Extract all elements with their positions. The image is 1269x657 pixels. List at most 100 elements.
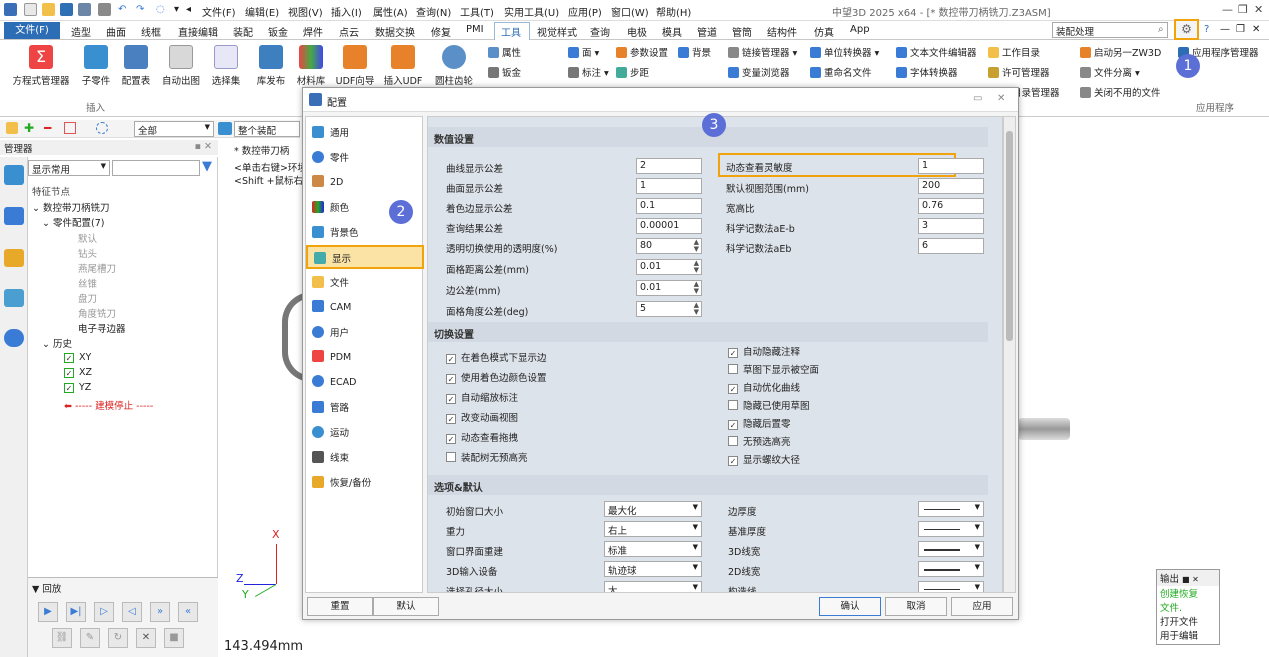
pin-icon[interactable]: ▪ ✕ [195, 141, 212, 152]
tree-item[interactable]: 盘刀 [78, 291, 97, 305]
shaded-edge-tolerance-input[interactable]: 0.1 [636, 198, 702, 214]
edge-thickness-select[interactable]: ▼ [918, 501, 984, 517]
parameter-settings-button[interactable]: 参数设置 [616, 45, 668, 59]
checkbox-icon[interactable]: ✓ [446, 394, 456, 404]
subpart-button[interactable]: 子零件 [78, 45, 114, 87]
gravity-select[interactable]: 右上 ▼ [604, 521, 702, 537]
open-folder-icon[interactable] [42, 3, 55, 16]
tree-item[interactable]: 默认 [78, 231, 97, 245]
switch-option[interactable]: 草图下显示被空面 [728, 362, 819, 376]
nav-user[interactable]: 用户 [312, 325, 349, 339]
step-back-button[interactable]: ◁ [122, 602, 142, 622]
surface-tolerance-input[interactable]: 1 [636, 178, 702, 194]
mesh-angle-spinner[interactable]: 5 ▲ ▼ [636, 301, 702, 317]
nav-color[interactable]: 颜色 [312, 200, 349, 214]
tab-surface[interactable]: 曲面 [106, 24, 126, 39]
switch-option[interactable]: 装配树无预高亮 [446, 450, 528, 464]
link-manager-button[interactable]: 链接管理器 ▾ [728, 45, 797, 59]
menu-help[interactable]: 帮助(H) [656, 4, 691, 19]
tab-mold[interactable]: 模具 [662, 24, 682, 39]
equation-manager-button[interactable]: Σ 方程式管理器 [8, 45, 74, 87]
scrollbar-thumb[interactable] [1006, 131, 1013, 341]
tab-assembly[interactable]: 装配 [233, 24, 253, 39]
3d-line-width-select[interactable]: ▼ [918, 541, 984, 557]
apply-button[interactable]: 应用 [951, 597, 1013, 616]
spinner-arrows-icon[interactable]: ▲ ▼ [694, 281, 699, 295]
tab-app[interactable]: App [850, 24, 870, 35]
filter-box-icon[interactable] [64, 122, 76, 134]
assembly-select[interactable]: 整个装配 [234, 121, 300, 137]
tab-tools[interactable]: 工具 [501, 24, 521, 39]
undo-icon[interactable]: ↶ [118, 4, 126, 15]
default-view-range-input[interactable]: 200 [918, 178, 984, 194]
udf-wizard-button[interactable]: UDF向导 [334, 45, 376, 87]
chevron-left-icon[interactable]: ◂ [186, 4, 191, 15]
tab-weldment[interactable]: 焊件 [303, 24, 323, 39]
annotation-button[interactable]: 标注 ▾ [568, 65, 609, 79]
nav-cam[interactable]: CAM [312, 300, 351, 313]
config-table-button[interactable]: 配置表 [118, 45, 154, 87]
switch-option[interactable]: ✓ 改变动画视图 [446, 410, 518, 424]
tree-item[interactable]: 电子寻边器 [78, 321, 126, 335]
switch-option[interactable]: ✓ 动态查看拖拽 [446, 430, 518, 444]
menu-window[interactable]: 窗口(W) [611, 4, 649, 19]
tab-repair[interactable]: 修复 [431, 24, 451, 39]
nav-harness[interactable]: 线束 [312, 450, 349, 464]
funnel-filter-icon[interactable]: ▼ [202, 159, 212, 174]
file-separate-button[interactable]: 文件分离 ▾ [1080, 65, 1140, 79]
save-icon[interactable] [60, 3, 73, 16]
checkbox-icon[interactable]: ✓ [728, 348, 738, 358]
minimize-icon[interactable]: — [1222, 3, 1233, 16]
tab-visual-style[interactable]: 视觉样式 [537, 24, 577, 39]
nav-motion[interactable]: 运动 [312, 425, 349, 439]
text-editor-button[interactable]: 文本文件编辑器 [896, 45, 977, 59]
nav-background[interactable]: 背景色 [312, 225, 359, 239]
insert-udf-button[interactable]: 插入UDF [382, 45, 424, 87]
background-button[interactable]: 背景 [678, 45, 711, 59]
close-icon[interactable]: ✕ [1254, 3, 1263, 16]
menu-attribute[interactable]: 属性(A) [373, 4, 408, 19]
datum-thickness-select[interactable]: ▼ [918, 521, 984, 537]
part-tab-icon[interactable] [4, 249, 24, 267]
nav-2d[interactable]: 2D [312, 175, 343, 188]
ok-button[interactable]: 确认 [819, 597, 881, 616]
reset-button[interactable]: 重置 [307, 597, 373, 616]
nav-ecad[interactable]: ECAD [312, 375, 356, 388]
menu-insert[interactable]: 插入(I) [331, 4, 362, 19]
aperture-size-select[interactable]: 大 ▼ [604, 581, 702, 592]
dialog-close-icon[interactable]: ✕ [997, 93, 1005, 104]
library-publish-button[interactable]: 库发布 [252, 45, 290, 87]
tree-search-input[interactable] [112, 160, 200, 176]
switch-option[interactable]: ✓ 自动缩放标注 [446, 390, 518, 404]
edge-tolerance-spinner[interactable]: 0.01 ▲ ▼ [636, 280, 702, 296]
tab-pmi[interactable]: PMI [466, 24, 484, 35]
lasso-icon[interactable] [96, 122, 108, 134]
selection-set-button[interactable]: 选择集 [206, 45, 246, 87]
history-tab-icon[interactable] [4, 165, 24, 185]
menu-utilities[interactable]: 实用工具(U) [504, 4, 559, 19]
refresh-icon[interactable]: ◌ [156, 4, 165, 15]
nav-piping[interactable]: 管路 [312, 400, 349, 414]
tree-item-config[interactable]: ⌄ 零件配置(7) [42, 215, 104, 229]
tree-item[interactable]: 燕尾槽刀 [78, 261, 116, 275]
nav-part[interactable]: 零件 [312, 150, 349, 164]
suppress-tool-button[interactable]: ■ [164, 628, 184, 648]
fast-forward-button[interactable]: » [150, 602, 170, 622]
dialog-menu-icon[interactable]: ▭ [973, 93, 982, 104]
checkbox-icon[interactable]: ✓ [728, 384, 738, 394]
play-button[interactable]: ▶ [38, 602, 58, 622]
step-button[interactable]: ▷ [94, 602, 114, 622]
checkbox-icon[interactable]: ✓ [728, 420, 738, 430]
tab-tube[interactable]: 管筒 [732, 24, 752, 39]
switch-option[interactable]: ✓ 显示螺纹大径 [728, 452, 800, 466]
checkbox-icon[interactable] [446, 452, 456, 462]
checkbox-icon[interactable]: ✓ [64, 368, 74, 378]
menu-view[interactable]: 视图(V) [288, 4, 323, 19]
playback-header[interactable]: ▼ 回放 [32, 581, 61, 595]
tab-wireframe[interactable]: 线框 [141, 24, 161, 39]
ribbon-restore-icon[interactable]: ❐ [1236, 24, 1245, 35]
checkbox-icon[interactable]: ✓ [64, 353, 74, 363]
tab-data-exchange[interactable]: 数据交换 [375, 24, 415, 39]
sci-notation-pos-input[interactable]: 6 [918, 238, 984, 254]
rewind-button[interactable]: « [178, 602, 198, 622]
